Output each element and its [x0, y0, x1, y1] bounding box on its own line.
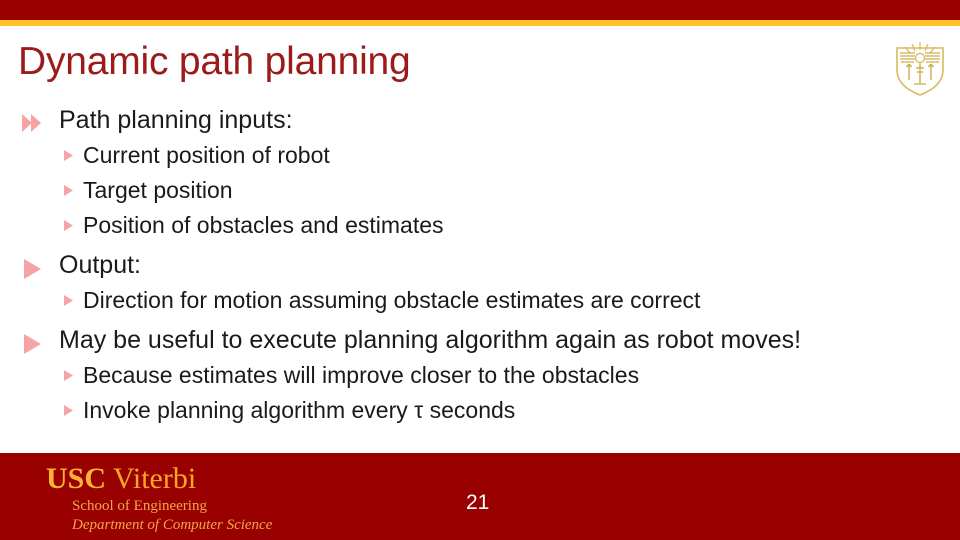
bullet-text: Position of obstacles and estimates: [83, 212, 444, 238]
bullet-item: Direction for motion assuming obstacle e…: [62, 285, 960, 320]
footer-school-name: School of Engineering: [72, 498, 207, 514]
bullet-item: Invoke planning algorithm every τ second…: [62, 395, 960, 430]
bullet-item: Because estimates will improve closer to…: [62, 360, 960, 395]
double-chevron-bullet-icon: [20, 110, 46, 136]
bullet-item: Target position: [62, 175, 960, 210]
bullet-text: Invoke planning algorithm every τ second…: [83, 397, 516, 423]
triangle-bullet-icon: [62, 294, 75, 307]
bullet-item: Output:: [20, 250, 960, 285]
triangle-bullet-icon: [20, 331, 46, 357]
bullet-text: Direction for motion assuming obstacle e…: [83, 287, 701, 313]
bullet-list: Path planning inputs: Current position o…: [0, 105, 940, 430]
page-number: 21: [466, 491, 490, 514]
bullet-text: Because estimates will improve closer to…: [83, 362, 640, 388]
bullet-text: Current position of robot: [83, 142, 330, 168]
usc-shield-icon: [893, 38, 947, 96]
triangle-bullet-icon: [62, 184, 75, 197]
triangle-bullet-icon: [62, 369, 75, 382]
triangle-bullet-icon: [62, 219, 75, 232]
triangle-bullet-icon: [62, 149, 75, 162]
footer-brand: USC Viterbi: [46, 462, 196, 496]
bullet-item: Current position of robot: [62, 140, 960, 175]
triangle-bullet-icon: [62, 404, 75, 417]
footer-brand-usc: USC: [46, 462, 107, 495]
bullet-text: Output:: [59, 251, 141, 279]
bullet-item: Position of obstacles and estimates: [62, 210, 960, 245]
top-accent-bar-gold: [0, 20, 960, 26]
bullet-item: Path planning inputs:: [20, 105, 960, 140]
top-accent-bar-red: [0, 0, 960, 20]
bullet-item: May be useful to execute planning algori…: [20, 325, 960, 360]
footer-brand-viterbi: Viterbi: [113, 462, 197, 495]
bullet-text: May be useful to execute planning algori…: [59, 326, 802, 354]
bullet-text: Target position: [83, 177, 233, 203]
bullet-text: Path planning inputs:: [59, 106, 293, 134]
footer-department-name: Department of Computer Science: [72, 517, 273, 533]
triangle-bullet-icon: [20, 256, 46, 282]
page-title: Dynamic path planning: [18, 40, 411, 83]
